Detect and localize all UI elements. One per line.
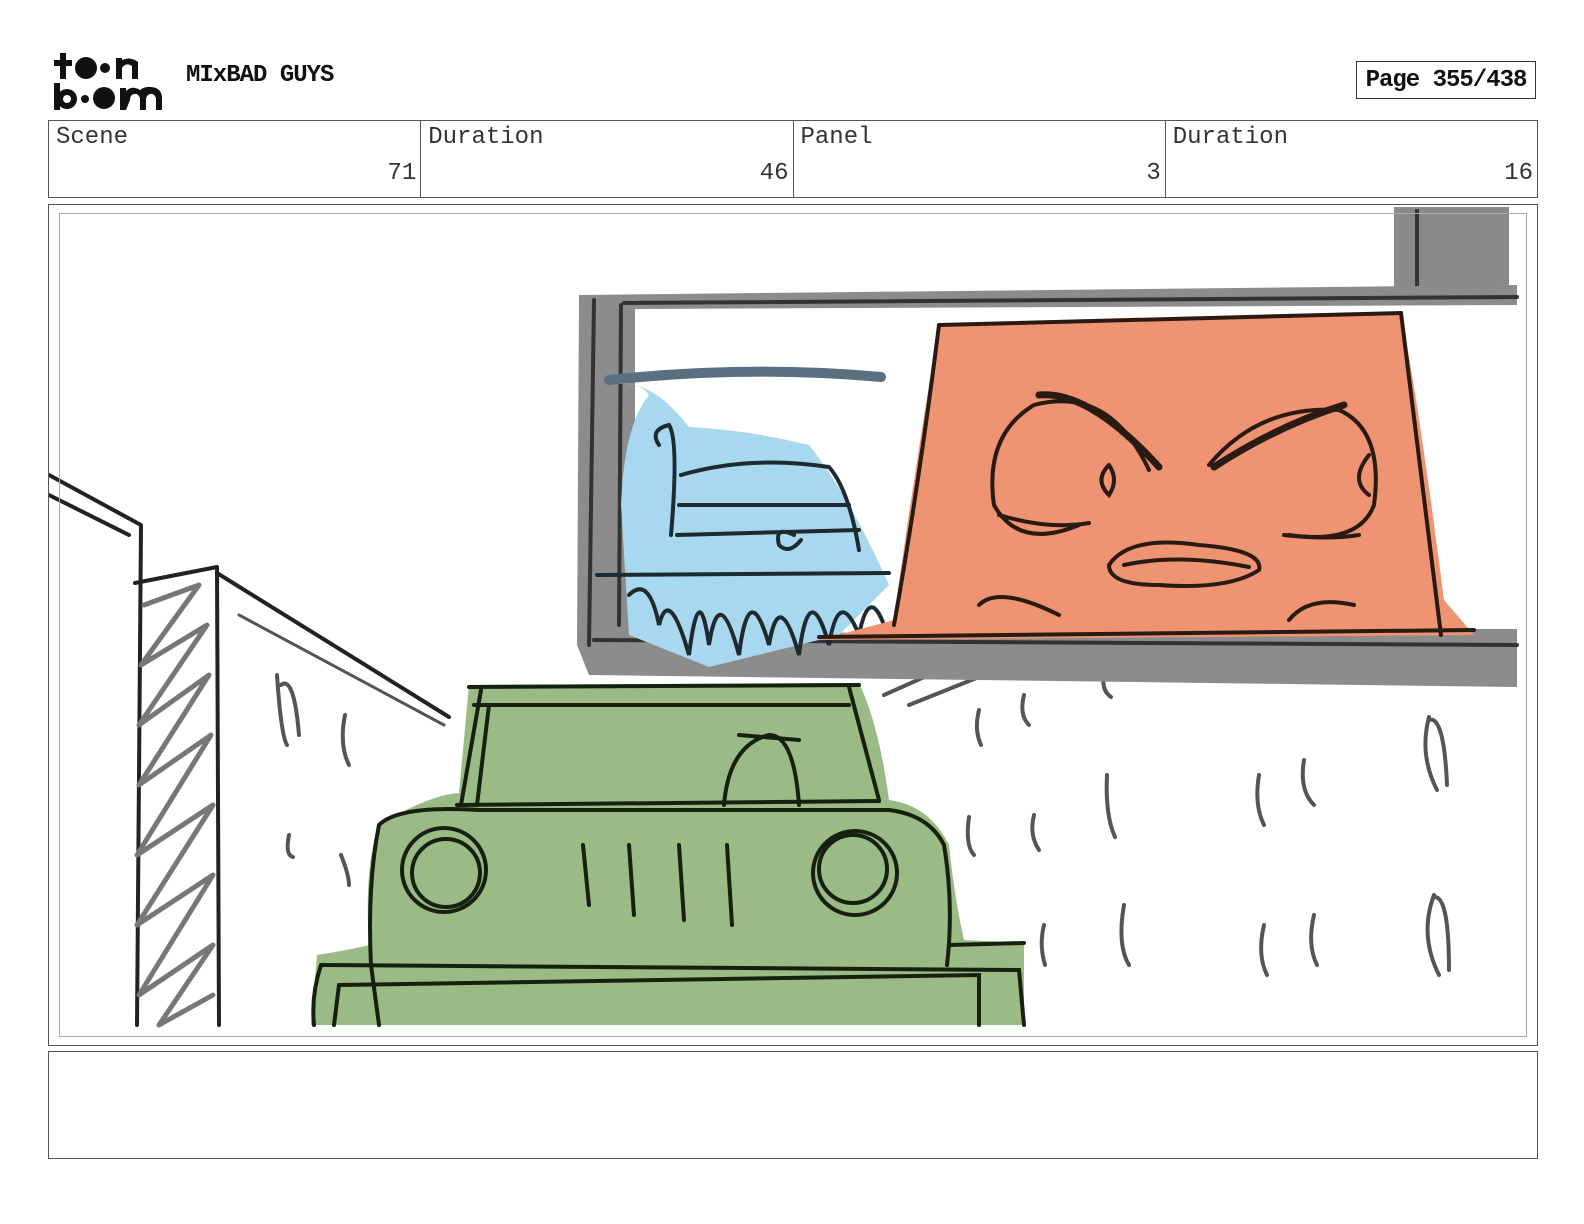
scene-duration-label: Duration (428, 124, 544, 151)
panel-value: 3 (1146, 160, 1161, 187)
panel-cell: Panel 3 (794, 121, 1166, 197)
page-number: Page 355/438 (1356, 61, 1536, 99)
scene-duration-cell: Duration 46 (421, 121, 794, 197)
project-title: MIxBAD GUYS (186, 62, 334, 89)
scene-value: 71 (387, 160, 417, 187)
panel-notes (48, 1051, 1538, 1159)
panel-safe-frame (59, 213, 1527, 1037)
toon-boom-logo (52, 50, 164, 112)
panel-info-row: Scene 71 Duration 46 Panel 3 Duration 16 (48, 120, 1538, 198)
storyboard-panel (48, 204, 1538, 1046)
panel-duration-label: Duration (1172, 124, 1288, 151)
scene-label: Scene (56, 124, 129, 151)
scene-cell: Scene 71 (49, 121, 422, 197)
scene-duration-value: 46 (759, 160, 789, 187)
panel-duration-value: 16 (1504, 160, 1533, 187)
panel-label: Panel (800, 124, 873, 151)
panel-duration-cell: Duration 16 (1166, 121, 1537, 197)
